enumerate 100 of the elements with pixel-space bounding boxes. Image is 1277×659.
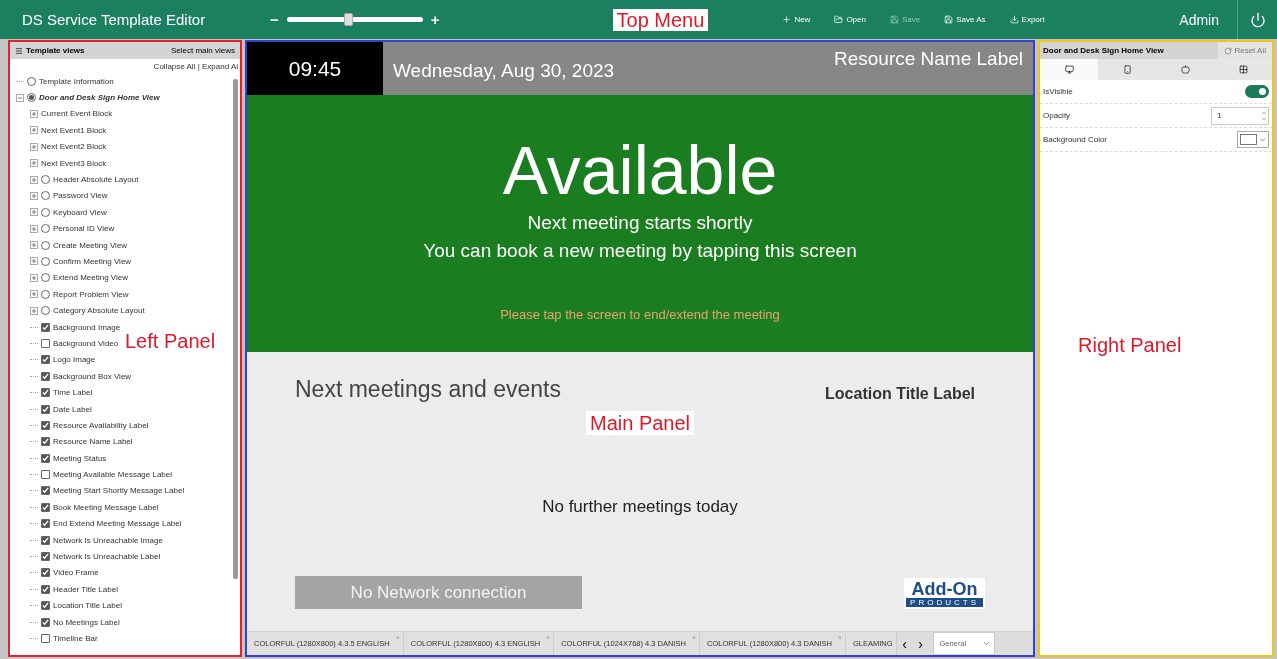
- select-main-views-link[interactable]: Select main views: [170, 46, 235, 55]
- tree-item[interactable]: Network Is Unreachable Image: [53, 535, 163, 545]
- expand-icon[interactable]: [30, 306, 38, 315]
- checkbox[interactable]: [41, 355, 50, 365]
- tree-item[interactable]: Video Frame: [53, 568, 99, 578]
- checkbox[interactable]: [41, 437, 50, 447]
- tree-item[interactable]: Next Event1 Block: [41, 125, 107, 135]
- number-field[interactable]: 1: [1211, 106, 1269, 125]
- tree-item[interactable]: Report Problem View: [53, 289, 129, 299]
- tree-item[interactable]: Timeline Bar: [53, 633, 98, 643]
- tree-item[interactable]: Location Title Label: [53, 601, 122, 611]
- checkbox[interactable]: [41, 601, 50, 611]
- expand-icon[interactable]: [30, 208, 38, 217]
- android-tab[interactable]: [1098, 59, 1156, 80]
- monitor-tab[interactable]: [1040, 59, 1098, 80]
- tree-item[interactable]: Book Meeting Message Label: [53, 502, 159, 512]
- tree-item[interactable]: Header Absolute Layout: [53, 175, 139, 185]
- tree-item[interactable]: Date Label: [53, 404, 92, 414]
- user-name[interactable]: Admin: [1179, 11, 1237, 28]
- checkbox[interactable]: [41, 404, 50, 414]
- toolbar-button[interactable]: Save As: [942, 13, 988, 26]
- checkbox[interactable]: [41, 486, 50, 496]
- spin-up-icon[interactable]: [1261, 109, 1267, 116]
- expand-icon[interactable]: [30, 126, 38, 135]
- zoom-in-button[interactable]: +: [430, 11, 440, 28]
- tree-item[interactable]: Meeting Available Message Label: [53, 470, 173, 480]
- checkbox[interactable]: [41, 502, 50, 512]
- next-button[interactable]: ›: [912, 632, 929, 655]
- checkbox[interactable]: [41, 371, 50, 381]
- checkbox[interactable]: [41, 470, 50, 480]
- slider-thumb[interactable]: [343, 13, 353, 26]
- tree-item[interactable]: Confirm Meeting View: [53, 257, 132, 266]
- refresh-icon: [1224, 46, 1233, 55]
- tree-item[interactable]: Header Title Label: [53, 584, 118, 594]
- tree-item[interactable]: Logo Image: [53, 355, 96, 365]
- expand-all-link[interactable]: Expand Al: [201, 62, 238, 71]
- reset-all-button[interactable]: Reset All: [1218, 42, 1272, 59]
- expand-icon[interactable]: [30, 142, 38, 151]
- checkbox[interactable]: [41, 519, 50, 529]
- list-icon: [15, 46, 23, 55]
- color-picker[interactable]: [1237, 131, 1269, 148]
- checkbox[interactable]: [41, 420, 50, 430]
- tree-item[interactable]: Meeting Start Shortly Message Label: [53, 486, 185, 496]
- checkbox[interactable]: [41, 568, 50, 578]
- checkbox[interactable]: [41, 338, 50, 348]
- tree-item[interactable]: Next Event2 Block: [41, 142, 107, 152]
- resource-name-label: Resource Name Label: [833, 47, 1024, 71]
- checkbox[interactable]: [41, 617, 50, 627]
- collapse-all-link[interactable]: Collapse All: [153, 62, 196, 71]
- toolbar-button[interactable]: Export: [1007, 13, 1047, 26]
- tree-item[interactable]: Password View: [53, 191, 108, 201]
- app-title: DS Service Template Editor: [21, 11, 207, 28]
- checkbox[interactable]: [41, 535, 50, 545]
- tree-item[interactable]: Door and Desk Sign Home View: [39, 93, 160, 103]
- tree-item[interactable]: Network Is Unreachable Label: [53, 552, 161, 561]
- tree-item[interactable]: Current Event Block: [41, 109, 113, 119]
- tree-item[interactable]: Resource Availability Label: [53, 420, 149, 430]
- expand-icon[interactable]: [30, 224, 38, 233]
- collapse-icon[interactable]: [16, 93, 24, 102]
- checkbox[interactable]: [41, 552, 50, 561]
- tree-item[interactable]: Background Video: [53, 338, 119, 348]
- previous-button[interactable]: ‹: [896, 632, 913, 655]
- expand-icon[interactable]: [30, 175, 38, 184]
- tree-item[interactable]: Template Information: [39, 76, 114, 86]
- checkbox[interactable]: [41, 388, 50, 398]
- checkbox[interactable]: [41, 322, 50, 332]
- tree-item[interactable]: Background Box View: [53, 371, 132, 381]
- tree-item[interactable]: Next Event3 Block: [41, 158, 107, 168]
- zoom-out-button[interactable]: −: [270, 11, 279, 28]
- plus-icon: [782, 15, 792, 24]
- tree-item[interactable]: Create Meeting View: [53, 240, 128, 250]
- section-title: Next meetings and events: [295, 376, 561, 403]
- tree-item[interactable]: Personal ID View: [53, 224, 115, 234]
- folder-icon: [834, 15, 844, 24]
- checkbox[interactable]: [41, 584, 50, 594]
- expand-icon[interactable]: [30, 109, 38, 118]
- spin-down-icon[interactable]: [1261, 115, 1267, 122]
- tree-item[interactable]: Keyboard View: [53, 207, 107, 217]
- logo-text: Add-On: [911, 580, 978, 598]
- expand-icon[interactable]: [30, 257, 38, 266]
- checkbox[interactable]: [41, 453, 50, 463]
- expand-icon[interactable]: [30, 290, 38, 299]
- expand-icon[interactable]: [30, 273, 38, 282]
- checkbox[interactable]: [41, 633, 50, 643]
- tree-item[interactable]: No Meetings Label: [53, 617, 120, 627]
- scrollbar[interactable]: [233, 79, 238, 579]
- tree-item[interactable]: Time Label: [53, 388, 93, 398]
- toggle-switch[interactable]: [1245, 85, 1269, 98]
- toolbar-button[interactable]: New: [780, 13, 813, 26]
- monitor-icon: [1064, 65, 1074, 74]
- tree-item[interactable]: Extend Meeting View: [53, 273, 128, 283]
- tree-item[interactable]: Resource Name Label: [53, 437, 133, 447]
- tree-item[interactable]: End Extend Meeting Message Label: [53, 519, 182, 529]
- tree-item[interactable]: Meeting Status: [53, 453, 107, 463]
- tree-item[interactable]: Background Image: [53, 322, 121, 332]
- tree-item[interactable]: Category Absolute Layout: [53, 306, 145, 316]
- expand-icon[interactable]: [30, 191, 38, 200]
- expand-icon[interactable]: [30, 159, 38, 168]
- toolbar-button[interactable]: Open: [832, 13, 868, 26]
- expand-icon[interactable]: [30, 241, 38, 250]
